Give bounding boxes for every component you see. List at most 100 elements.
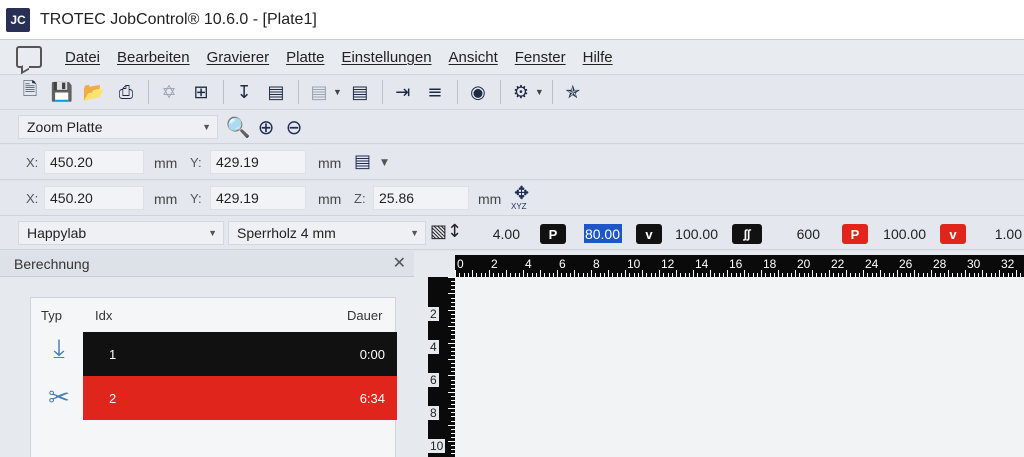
cut-speed-badge: v: [940, 224, 966, 244]
plate-y-field[interactable]: 429.19: [210, 186, 306, 210]
ppi-icon: ∫∫: [732, 224, 762, 244]
stack-icon[interactable]: ▤: [348, 80, 372, 104]
cut-power-badge: P: [842, 224, 868, 244]
position-anchor-icon[interactable]: ▤: [354, 151, 371, 172]
main-toolbar: 🗎 💾 📂 ⎙ ✡ ⊞ ↧ ▤ ▤ ▼ ▤ ⇥ ≡ ◉ ⚙ ▼ ✯: [0, 75, 1024, 110]
close-icon[interactable]: ✕: [393, 253, 406, 273]
ruler-tick-label: 4: [428, 340, 439, 354]
menu-bearbeiten[interactable]: Bearbeiten: [115, 47, 192, 68]
ruler-tick-mark: [999, 270, 1000, 277]
align-icon[interactable]: ⊞: [189, 80, 213, 104]
engrave-power-badge: P: [540, 224, 566, 244]
ppi-value[interactable]: 600: [780, 226, 820, 242]
zoom-select[interactable]: Zoom Platte ▼: [18, 114, 218, 139]
x-field[interactable]: 450.20: [44, 150, 144, 174]
ruler-tick-mark: [591, 270, 592, 277]
ruler-tick-label: 10: [627, 257, 641, 271]
cursor-position-row: X: 450.20 mm Y: 429.19 mm ▤ ▼: [0, 145, 1024, 180]
plate-workspace[interactable]: [455, 277, 1024, 457]
ruler-tick-mark: [506, 270, 507, 277]
ruler-tick-mark: [982, 270, 983, 277]
menu-hilfe[interactable]: Hilfe: [581, 47, 615, 68]
menu-gravierer[interactable]: Gravierer: [205, 47, 272, 68]
menu-ansicht[interactable]: Ansicht: [447, 47, 500, 68]
ruler-tick-mark: [778, 270, 779, 277]
plate-x-field[interactable]: 450.20: [44, 186, 144, 210]
save-icon[interactable]: 💾: [50, 80, 74, 104]
ruler-tick-mark: [448, 309, 455, 311]
print-icon[interactable]: ⎙: [114, 80, 138, 104]
ruler-tick-mark: [761, 270, 762, 277]
ruler-tick-label: 2: [491, 257, 498, 271]
list-icon[interactable]: ≡: [423, 80, 447, 104]
y-unit: mm: [318, 191, 342, 207]
cut-power-value[interactable]: 100.00: [876, 226, 926, 242]
plate-menu-icon[interactable]: ▤: [307, 80, 331, 104]
y-label: Y:: [190, 191, 202, 206]
ruler-tick-label: 28: [933, 257, 947, 271]
ruler-tick-label: 30: [967, 257, 981, 271]
y-label: Y:: [190, 155, 202, 170]
toolbar-separator: [499, 80, 501, 104]
plate-z-field[interactable]: 25.86: [373, 186, 469, 210]
ruler-tick-mark: [608, 270, 609, 277]
table-row[interactable]: 2 6:34: [83, 376, 397, 420]
chat-icon[interactable]: [16, 46, 42, 68]
calc-table: Typ Idx Dauer ⤓ 1 0:00 ✂ 2 6:34: [30, 297, 397, 457]
download-job-icon[interactable]: ↧: [232, 80, 256, 104]
table-row[interactable]: 1 0:00: [83, 332, 397, 376]
import-icon[interactable]: ⇥: [391, 80, 415, 104]
ruler-tick-mark: [693, 270, 694, 277]
zoom-out-icon[interactable]: ⊖: [280, 113, 308, 141]
open-icon[interactable]: 📂: [82, 80, 106, 104]
engrave-speed-value[interactable]: 100.00: [668, 226, 718, 242]
ruler-tick-mark: [880, 270, 881, 277]
export-icon[interactable]: ▤: [264, 80, 288, 104]
app-logo-icon: JC: [6, 7, 30, 32]
material-select[interactable]: Sperrholz 4 mm ▼: [228, 221, 426, 245]
chevron-down-icon[interactable]: ▼: [381, 158, 388, 168]
profile-select[interactable]: Happylab ▼: [18, 221, 224, 245]
toolbar-separator: [223, 80, 224, 104]
zoom-in-icon[interactable]: ⊕: [252, 113, 280, 141]
ruler-tick-label: 6: [559, 257, 566, 271]
thickness-value[interactable]: 4.00: [470, 226, 520, 242]
row-dauer: 0:00: [359, 347, 385, 362]
menu-einstellungen[interactable]: Einstellungen: [339, 47, 433, 68]
chevron-down-icon[interactable]: ▼: [535, 87, 544, 97]
chevron-down-icon: ▼: [208, 228, 217, 238]
zoom-fit-icon[interactable]: 🔍: [224, 113, 252, 141]
menu-platte[interactable]: Platte: [284, 47, 326, 68]
ruler-tick-label: 10: [428, 439, 446, 453]
y-field[interactable]: 429.19: [210, 150, 306, 174]
ruler-tick-mark: [448, 359, 455, 360]
ruler-tick-mark: [931, 270, 932, 277]
plate-position-row: X: 450.20 mm Y: 429.19 mm Z: 25.86 mm ✥ …: [0, 181, 1024, 216]
zoom-toolbar: Zoom Platte ▼ 🔍 ⊕ ⊖: [0, 110, 1024, 144]
menu-datei[interactable]: Datei: [63, 47, 102, 68]
window-title: TROTEC JobControl® 10.6.0 - [Plate1]: [40, 10, 317, 28]
ruler-tick-mark: [448, 293, 455, 295]
ruler-tick-mark: [540, 270, 541, 277]
calc-panel: Typ Idx Dauer ⤓ 1 0:00 ✂ 2 6:34: [0, 277, 414, 457]
crosshair-icon[interactable]: ✡: [157, 80, 181, 104]
y-unit: mm: [318, 155, 342, 171]
chevron-down-icon: ▼: [410, 228, 419, 238]
laser-icon[interactable]: ✯: [561, 80, 585, 104]
engrave-power-value[interactable]: 80.00: [584, 224, 622, 243]
toolbar-separator: [381, 80, 383, 104]
ruler-tick-mark: [914, 270, 915, 277]
move-xyz-icon[interactable]: ✥: [514, 183, 529, 204]
eye-icon[interactable]: ◉: [466, 80, 490, 104]
ruler-tick-mark: [948, 270, 949, 277]
material-select-value: Sperrholz 4 mm: [237, 225, 336, 241]
chevron-down-icon[interactable]: ▼: [333, 87, 342, 97]
cut-speed-value[interactable]: 1.00: [986, 226, 1022, 242]
scissors-icon: ✂: [48, 383, 70, 413]
settings-gear-icon[interactable]: ⚙: [509, 80, 533, 104]
ruler-tick-mark: [812, 270, 813, 277]
new-file-icon[interactable]: 🗎: [18, 79, 42, 104]
menu-fenster[interactable]: Fenster: [513, 47, 568, 68]
engrave-icon: ⤓: [53, 333, 65, 364]
ruler-tick-mark: [448, 277, 455, 278]
